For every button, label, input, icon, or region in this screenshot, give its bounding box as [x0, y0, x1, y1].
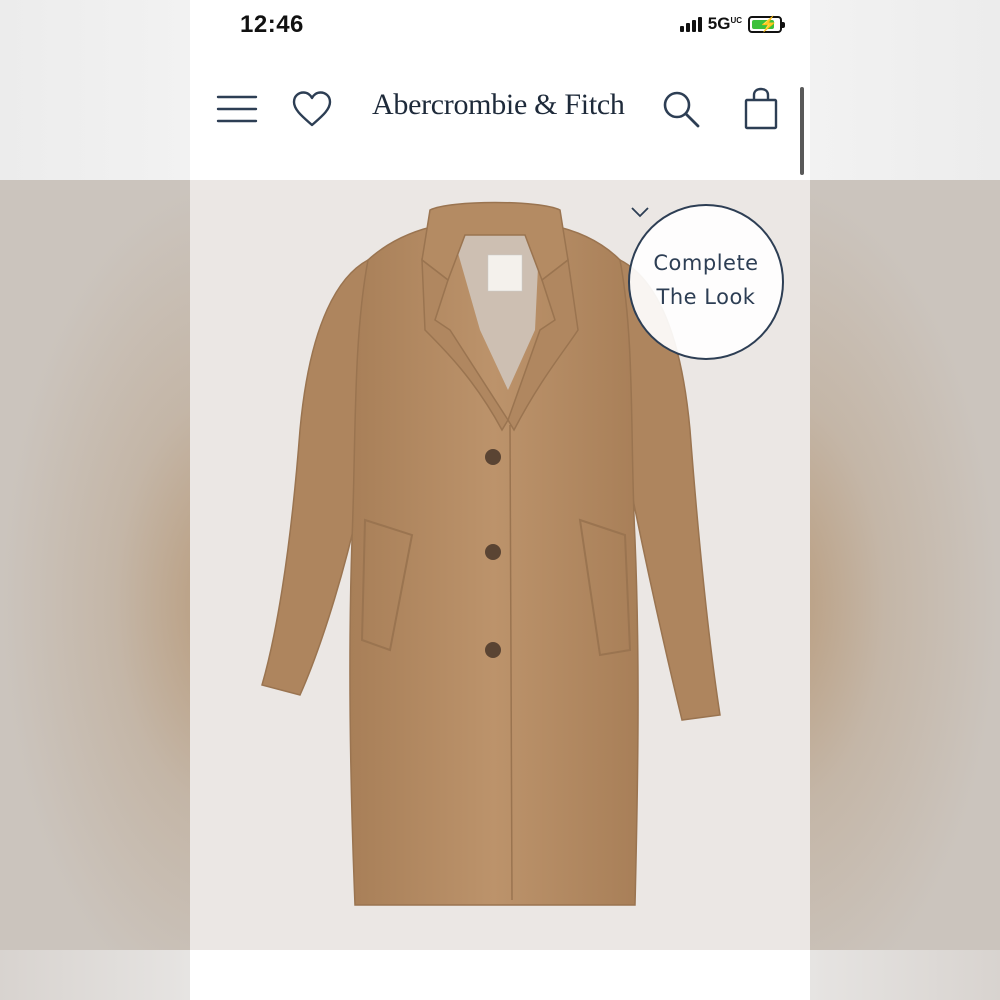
status-bar: 12:46 5GUC ⚡ — [190, 0, 810, 60]
status-indicators: 5GUC ⚡ — [679, 14, 785, 34]
complete-look-line1: Complete — [653, 251, 759, 275]
phone-screen: 12:46 5GUC ⚡ Abercrombie & Fitch Complet… — [190, 0, 810, 1000]
background-blur-right — [810, 180, 1000, 950]
complete-the-look-button[interactable]: Complete The Look — [628, 204, 784, 360]
charging-bolt-icon: ⚡ — [759, 15, 778, 33]
network-label: 5G — [707, 14, 731, 33]
scrollbar[interactable] — [800, 87, 804, 175]
signal-icon — [679, 16, 702, 32]
bottom-strip — [190, 950, 810, 1000]
header-nav: Abercrombie & Fitch — [190, 62, 810, 180]
shopping-bag-icon[interactable] — [736, 84, 786, 134]
battery-tip — [782, 21, 785, 28]
complete-look-line2: The Look — [656, 285, 756, 309]
battery-icon: ⚡ — [748, 15, 785, 33]
product-image-camel-coat[interactable]: Complete The Look — [190, 180, 810, 950]
network-indicator: 5GUC — [708, 14, 742, 34]
background-blur-left — [0, 180, 190, 950]
brand-logo[interactable]: Abercrombie & Fitch — [372, 88, 625, 122]
heart-icon[interactable] — [287, 84, 337, 134]
network-suffix: UC — [730, 16, 742, 25]
menu-icon[interactable] — [212, 84, 262, 134]
status-time: 12:46 — [240, 11, 304, 38]
search-icon[interactable] — [656, 84, 706, 134]
